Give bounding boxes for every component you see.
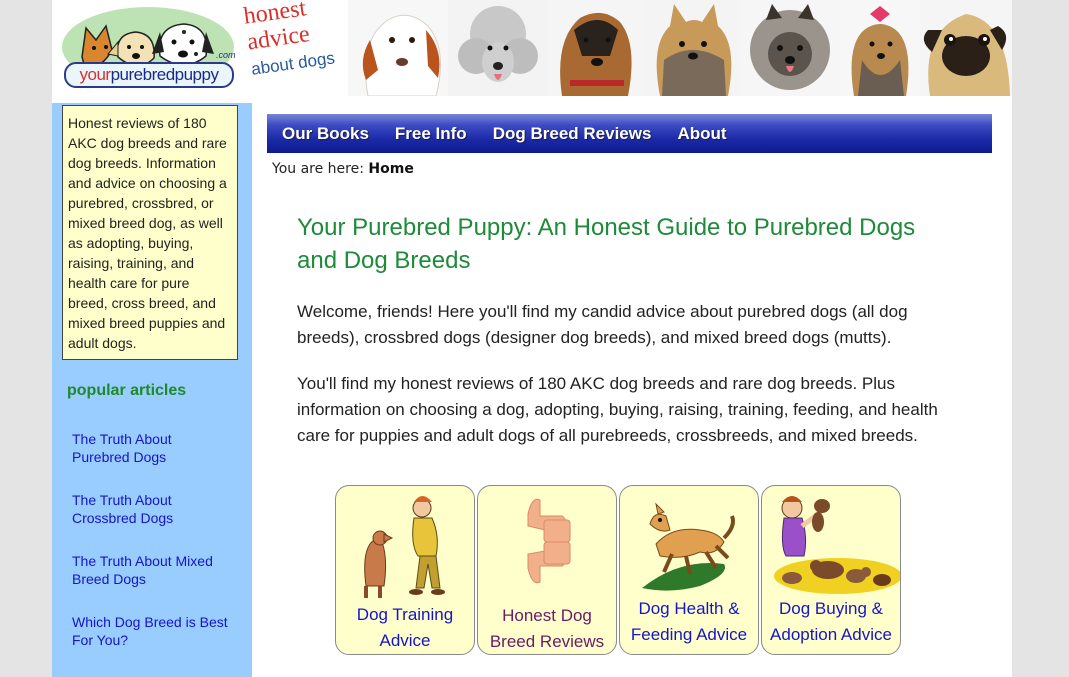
card-buying-adoption-label: Dog Buying & Adoption Advice (770, 599, 892, 644)
card-dog-training-label: Dog Training Advice (356, 605, 454, 650)
running-dog-icon (642, 502, 735, 591)
nav-our-books[interactable]: Our Books (282, 124, 369, 144)
main-nav-bar: Our Books Free Info Dog Breed Reviews Ab… (267, 114, 992, 153)
page: yourpurebredpuppy .com honest advice abo… (52, 0, 1012, 677)
breadcrumb-current: Home (368, 161, 414, 177)
thumbs-up-down-icon (527, 498, 571, 584)
sidebar-link-truth-purebred[interactable]: The Truth About Purebred Dogs (72, 430, 232, 466)
header-dog-photos (348, 0, 1012, 96)
logo-domain-suffix: .com (216, 50, 236, 60)
sidebar-link-which-breed[interactable]: Which Dog Breed is Best For You? (72, 613, 232, 649)
card-health-feeding-label: Dog Health & Feeding Advice (630, 599, 748, 644)
welcome-paragraph: Welcome, friends! Here you'll find my ca… (297, 302, 908, 347)
breadcrumb-prefix: You are here: (272, 161, 364, 177)
site-logo[interactable]: yourpurebredpuppy .com (56, 2, 240, 92)
site-header: yourpurebredpuppy .com honest advice abo… (52, 0, 1012, 96)
left-sidebar: Honest reviews of 180 AKC dog breeds and… (52, 103, 252, 677)
card-health-feeding[interactable]: Dog Health & Feeding Advice (619, 485, 759, 655)
nav-dog-breed-reviews[interactable]: Dog Breed Reviews (493, 124, 652, 144)
card-dog-training[interactable]: Dog Training Advice (335, 485, 475, 655)
logo-wordmark: yourpurebredpuppy (64, 62, 234, 88)
card-breed-reviews[interactable]: Honest Dog Breed Reviews (477, 485, 617, 655)
card-breed-reviews-label: Honest Dog Breed Reviews (489, 606, 605, 651)
page-title: Your Purebred Puppy: An Honest Guide to … (297, 214, 916, 274)
sidebar-link-truth-crossbred[interactable]: The Truth About Crossbred Dogs (72, 491, 232, 527)
dog-training-icon (364, 496, 445, 598)
nav-free-info[interactable]: Free Info (395, 124, 467, 144)
breadcrumb: You are here: Home (272, 161, 414, 177)
reviews-paragraph: You'll find my honest reviews of 180 AKC… (297, 374, 938, 445)
sidebar-link-truth-mixed-breed[interactable]: The Truth About Mixed Breed Dogs (72, 552, 232, 588)
popular-articles-heading: popular articles (67, 382, 187, 399)
tagline-honest-advice: honest advice (242, 0, 312, 56)
nav-about[interactable]: About (677, 124, 726, 144)
site-intro-box: Honest reviews of 180 AKC dog breeds and… (62, 105, 238, 360)
card-buying-adoption[interactable]: Dog Buying & Adoption Advice (761, 485, 901, 655)
boy-with-puppies-icon (774, 496, 900, 594)
